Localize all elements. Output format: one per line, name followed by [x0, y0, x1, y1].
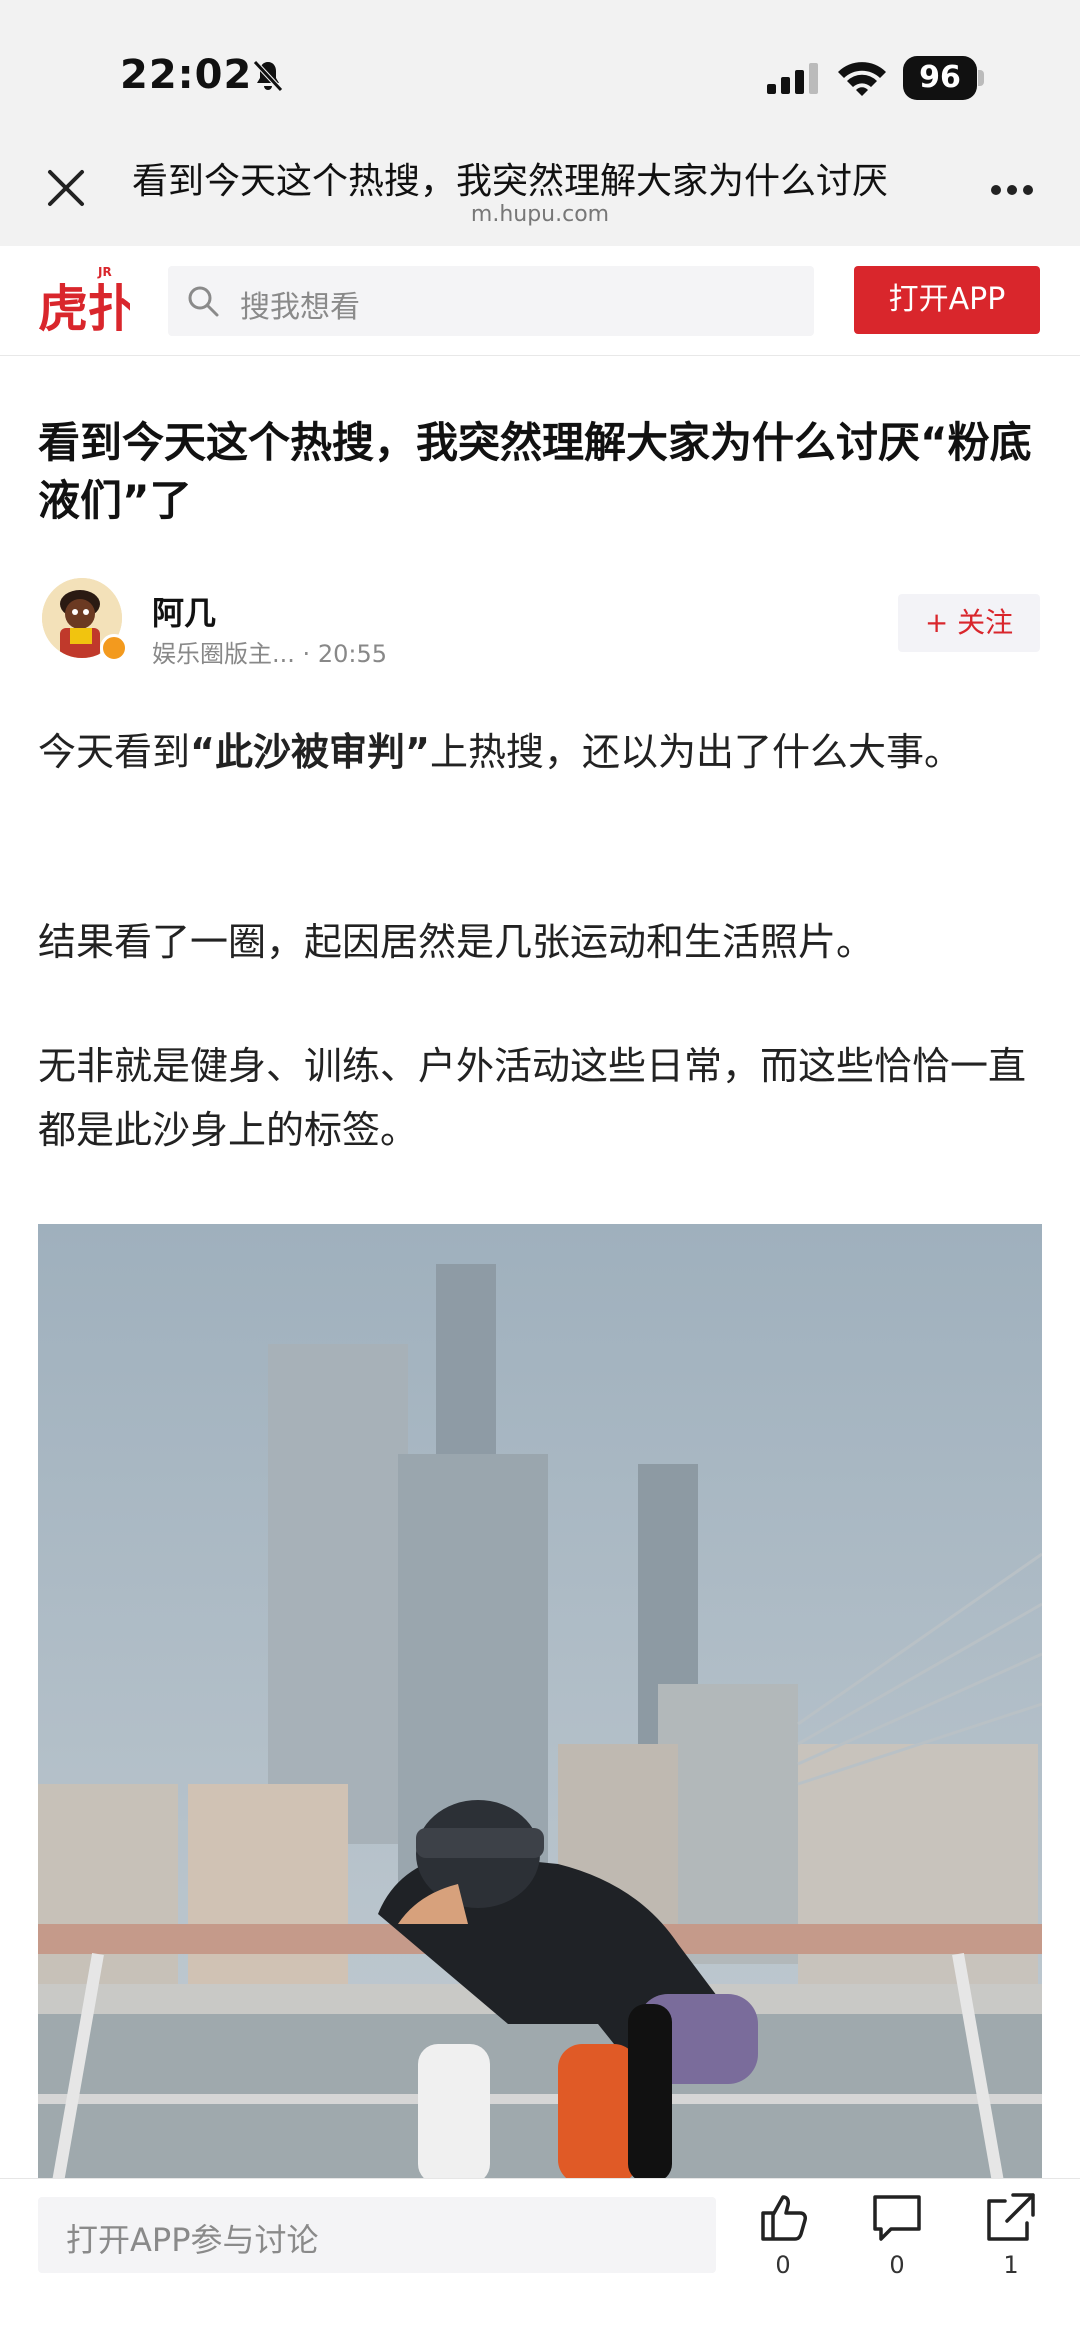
like-button[interactable]: 0: [738, 2189, 828, 2279]
verified-badge: [100, 634, 128, 662]
browser-page-title: 看到今天这个热搜，我突然理解大家为什么讨厌: [132, 161, 889, 202]
more-icon[interactable]: [990, 184, 1034, 196]
browser-domain: m.hupu.com: [470, 202, 610, 227]
like-count: 0: [775, 2251, 791, 2279]
comment-placeholder: 打开APP参与讨论: [66, 2221, 319, 2259]
thumbs-up-icon: [761, 2195, 807, 2241]
comment-input[interactable]: 打开APP参与讨论: [38, 2197, 716, 2273]
battery-indicator: 96: [903, 56, 977, 100]
article-title: 看到今天这个热搜，我突然理解大家为什么讨厌“粉底液们”了: [38, 418, 1032, 525]
svg-text:JR: JR: [97, 265, 112, 279]
author-meta: 娱乐圈版主... · 20:55: [152, 634, 387, 669]
site-header: 虎扑 JR 搜我想看 打开APP: [0, 246, 1080, 356]
bell-slash-icon: [253, 60, 283, 92]
browser-chrome: 22:02 96 看到今天这个热搜，我突然理解大家为什么讨厌 m.hupu.co…: [0, 0, 1080, 246]
search-placeholder: 搜我想看: [240, 290, 360, 325]
svg-text:虎扑: 虎扑: [38, 280, 130, 338]
article-photo[interactable]: [38, 1224, 1042, 2182]
paragraph-text: 今天看到: [38, 730, 191, 774]
post-time: 20:55: [317, 640, 387, 668]
comment-count: 0: [889, 2251, 905, 2279]
bottom-action-bar: 打开APP参与讨论 0 0 1: [0, 2178, 1080, 2346]
search-icon: [188, 286, 219, 317]
photo-illustration: [38, 1224, 1042, 2182]
follow-button[interactable]: + 关注: [898, 594, 1040, 652]
paragraph: 无非就是健身、训练、户外活动这些日常，而这些恰恰一直都是此沙身上的标签。: [38, 1044, 1027, 1152]
author-role: 娱乐圈版主...: [152, 640, 295, 668]
signal-icon: [767, 63, 818, 94]
wifi-icon: [838, 62, 886, 96]
paragraph: 今天看到“此沙被审判”上热搜，还以为出了什么大事。: [38, 720, 1044, 784]
paragraph-bold-text: “此沙被审判”: [190, 730, 430, 774]
paragraph: 结果看了一圈，起因居然是几张运动和生活照片。: [38, 920, 875, 964]
comment-button[interactable]: 0: [852, 2189, 942, 2279]
share-icon: [987, 2193, 1035, 2241]
search-input[interactable]: 搜我想看: [168, 266, 814, 336]
meta-separator: ·: [302, 640, 311, 668]
author-name[interactable]: 阿几: [152, 588, 216, 634]
comment-icon: [873, 2195, 921, 2241]
open-app-button[interactable]: 打开APP: [854, 266, 1040, 334]
hupu-logo[interactable]: 虎扑 JR: [38, 260, 130, 340]
status-time: 22:02: [120, 52, 253, 98]
share-button[interactable]: 1: [966, 2189, 1056, 2279]
battery-nub: [978, 70, 984, 86]
paragraph-text: 上热搜，还以为出了什么大事。: [429, 730, 962, 774]
share-count: 1: [1003, 2251, 1019, 2279]
